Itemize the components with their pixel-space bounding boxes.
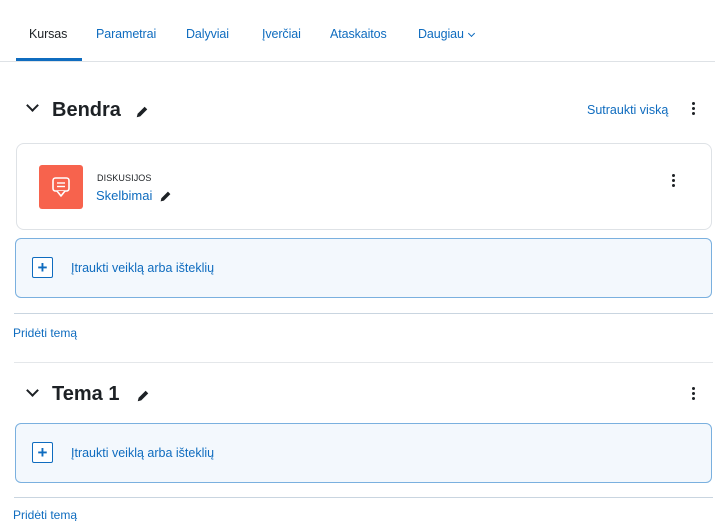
active-tab-indicator	[16, 58, 82, 61]
divider	[14, 497, 713, 498]
add-topic-link[interactable]: Pridėti temą	[13, 508, 77, 521]
section-menu-kebab-icon[interactable]	[689, 386, 699, 402]
edit-pencil-icon[interactable]	[135, 105, 149, 119]
section-separator	[14, 362, 713, 363]
section-title: Tema 1	[52, 383, 120, 405]
forum-icon[interactable]	[39, 165, 83, 209]
plus-icon: +	[32, 442, 53, 463]
edit-pencil-icon[interactable]	[136, 389, 150, 403]
tab-more[interactable]: Daugiau	[418, 27, 475, 41]
tab-more-label: Daugiau	[418, 27, 464, 41]
add-activity-button[interactable]: + Įtraukti veiklą arba išteklių	[15, 423, 712, 483]
chevron-down-icon	[467, 29, 475, 38]
divider	[14, 313, 713, 314]
tab-grades[interactable]: Įverčiai	[262, 27, 301, 41]
add-activity-label: Įtraukti veiklą arba išteklių	[71, 261, 215, 275]
course-nav-tabs: Kursas Parametrai Dalyviai Įverčiai Atas…	[0, 0, 715, 62]
activity-card: DISKUSIJOS Skelbimai	[16, 143, 712, 230]
activity-type-label: DISKUSIJOS	[97, 173, 152, 183]
tab-participants[interactable]: Dalyviai	[186, 27, 229, 41]
section-collapse-chevron-icon[interactable]	[26, 99, 39, 112]
add-activity-label: Įtraukti veiklą arba išteklių	[71, 446, 215, 460]
section-menu-kebab-icon[interactable]	[689, 101, 699, 117]
collapse-all-link[interactable]: Sutraukti viską	[587, 103, 668, 117]
tab-course[interactable]: Kursas	[29, 27, 67, 41]
activity-menu-kebab-icon[interactable]	[669, 173, 679, 189]
tab-settings[interactable]: Parametrai	[96, 27, 156, 41]
activity-name-link[interactable]: Skelbimai	[96, 188, 152, 203]
section-title: Bendra	[52, 99, 121, 121]
add-activity-button[interactable]: + Įtraukti veiklą arba išteklių	[15, 238, 712, 298]
edit-pencil-icon[interactable]	[159, 190, 172, 203]
section-collapse-chevron-icon[interactable]	[26, 384, 39, 397]
plus-icon: +	[32, 257, 53, 278]
add-topic-link[interactable]: Pridėti temą	[13, 326, 77, 340]
tab-reports[interactable]: Ataskaitos	[330, 27, 387, 41]
